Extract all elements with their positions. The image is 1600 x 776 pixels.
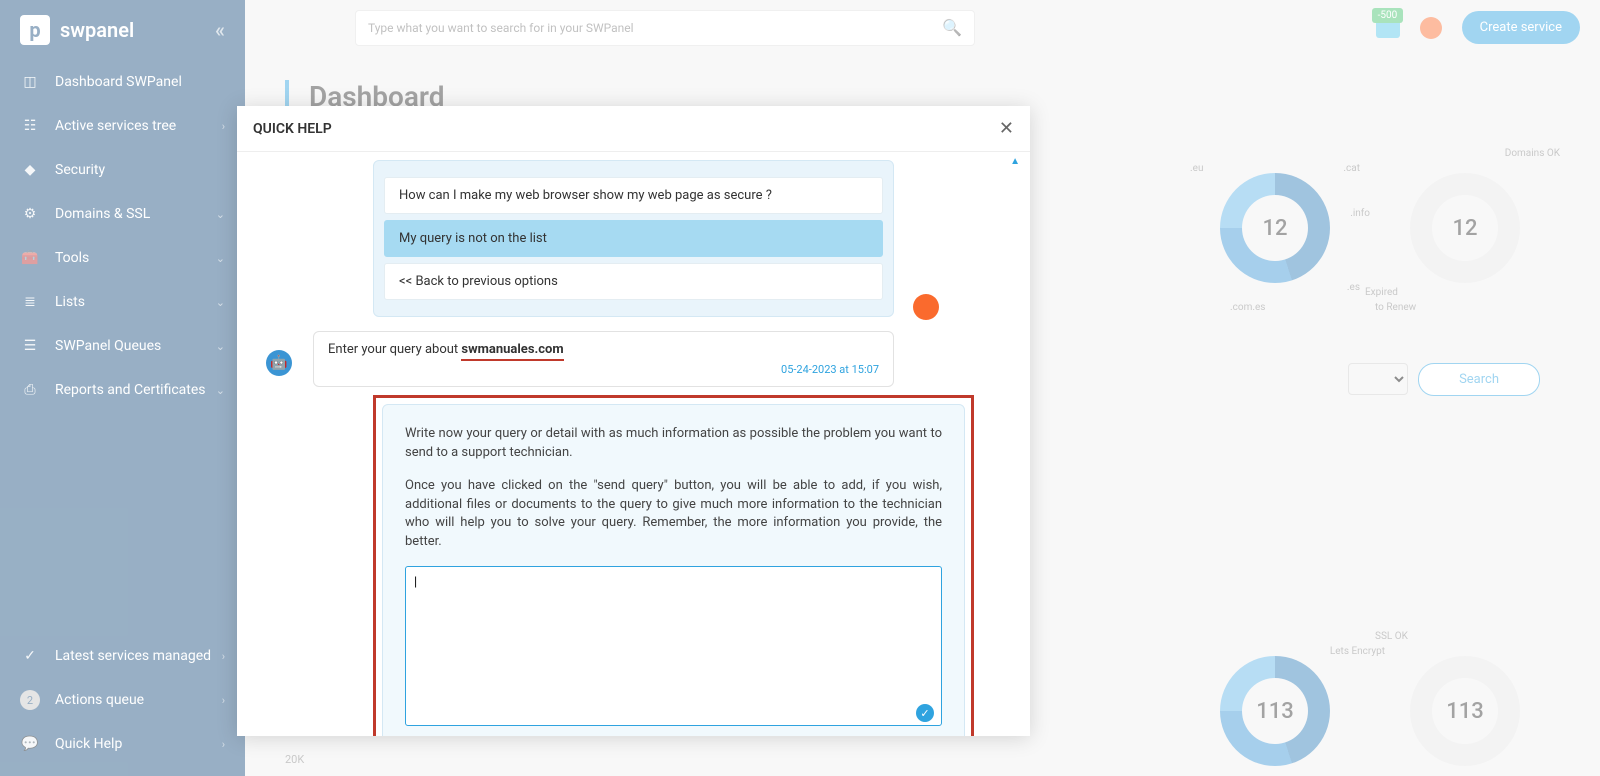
query-panel: Write now your query or detail with as m…: [382, 404, 965, 736]
modal-body: ▲ How can I make my web browser show my …: [237, 152, 1030, 736]
qa-option-not-listed[interactable]: My query is not on the list: [384, 220, 883, 257]
instruction-2: Once you have clicked on the "send query…: [405, 477, 942, 552]
qa-option-secure[interactable]: How can I make my web browser show my we…: [384, 177, 883, 214]
qa-option-back[interactable]: << Back to previous options: [384, 263, 883, 300]
close-icon[interactable]: ✕: [999, 118, 1014, 139]
prompt-domain: swmanuales.com: [461, 342, 563, 361]
instruction-1: Write now your query or detail with as m…: [405, 425, 942, 463]
query-highlight: Write now your query or detail with as m…: [373, 395, 974, 736]
options-bubble: How can I make my web browser show my we…: [373, 160, 894, 317]
prompt-bubble: 🤖 Enter your query about swmanuales.com …: [313, 331, 894, 387]
timestamp: 05-24-2023 at 15:07: [328, 363, 879, 376]
check-icon: ✓: [916, 704, 934, 722]
query-textarea[interactable]: [405, 566, 942, 726]
scroll-up-icon[interactable]: ▲: [1010, 156, 1020, 167]
user-avatar-icon: [913, 294, 939, 320]
quick-help-modal: QUICK HELP ✕ ▲ How can I make my web bro…: [237, 106, 1030, 736]
bot-avatar-icon: 🤖: [266, 350, 292, 376]
modal-title: QUICK HELP: [253, 121, 332, 137]
